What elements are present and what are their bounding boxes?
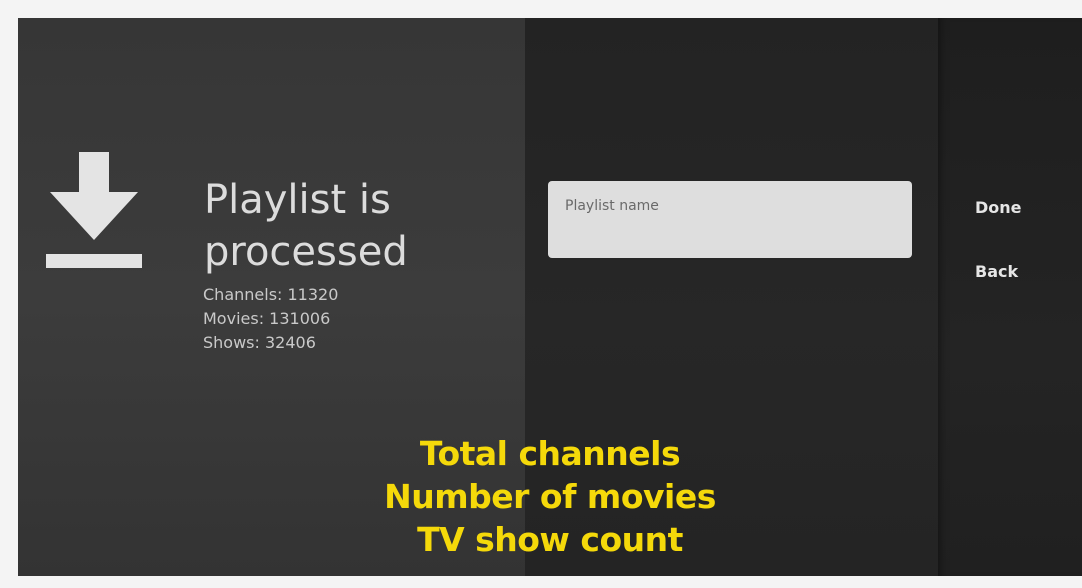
title-line-2: processed xyxy=(204,229,408,275)
shows-count: Shows: 32406 xyxy=(203,333,316,352)
caption-line-1: Total channels xyxy=(419,434,681,473)
page-title: Playlist is processed xyxy=(204,174,504,278)
movies-count: Movies: 131006 xyxy=(203,309,331,328)
playlist-name-placeholder: Playlist name xyxy=(565,198,659,214)
caption-line-2: Number of movies xyxy=(384,477,716,516)
download-icon xyxy=(46,152,142,268)
channels-count: Channels: 11320 xyxy=(203,285,339,304)
back-button[interactable]: Back xyxy=(975,262,1018,281)
caption-line-3: TV show count xyxy=(417,520,683,559)
video-caption: Total channels Number of movies TV show … xyxy=(18,432,1082,561)
playlist-name-input[interactable]: Playlist name xyxy=(548,181,912,258)
done-button[interactable]: Done xyxy=(975,198,1022,217)
tv-screen: Playlist is processed Channels: 11320 Mo… xyxy=(18,18,1082,576)
title-line-1: Playlist is xyxy=(204,177,391,223)
playlist-stats: Channels: 11320 Movies: 131006 Shows: 32… xyxy=(203,283,338,355)
